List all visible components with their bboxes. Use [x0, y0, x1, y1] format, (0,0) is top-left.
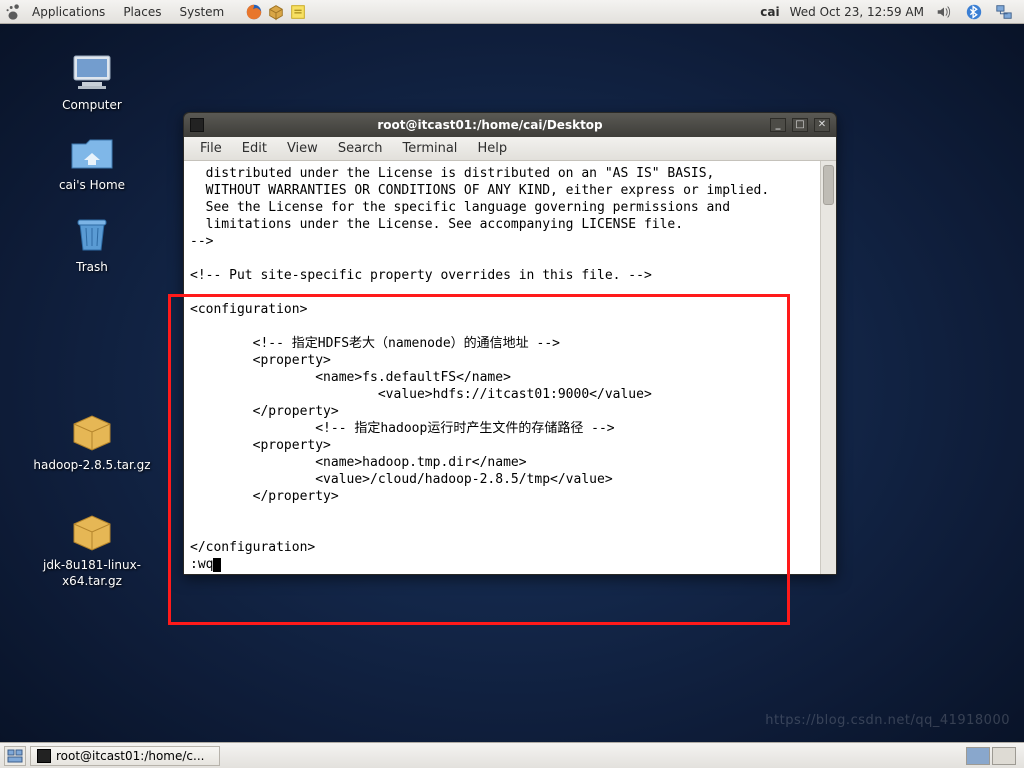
- menu-applications[interactable]: Applications: [24, 3, 113, 21]
- notes-icon[interactable]: [288, 2, 308, 22]
- menu-search[interactable]: Search: [328, 139, 393, 158]
- watermark: https://blog.csdn.net/qq_41918000: [765, 713, 1010, 728]
- trash-icon: [68, 212, 116, 256]
- window-title: root@itcast01:/home/cai/Desktop: [210, 118, 770, 132]
- workspace-2[interactable]: [992, 747, 1016, 765]
- desktop-hadoop-label: hadoop-2.8.5.tar.gz: [33, 458, 150, 474]
- annotation-red-box: [168, 294, 790, 625]
- desktop-home[interactable]: cai's Home: [32, 130, 152, 194]
- desktop-home-label: cai's Home: [59, 178, 125, 194]
- gnome-logo-icon: [4, 3, 22, 21]
- terminal-menubar: File Edit View Search Terminal Help: [184, 137, 836, 161]
- archive-icon: [68, 510, 116, 554]
- menu-edit[interactable]: Edit: [232, 139, 277, 158]
- desktop-jdk-archive[interactable]: jdk-8u181-linux- x64.tar.gz: [32, 510, 152, 589]
- taskbar-terminal-label: root@itcast01:/home/c...: [56, 749, 204, 763]
- package-icon[interactable]: [266, 2, 286, 22]
- workspace-1[interactable]: [966, 747, 990, 765]
- menu-places[interactable]: Places: [115, 3, 169, 21]
- network-icon[interactable]: [994, 2, 1014, 22]
- window-maximize-button[interactable]: □: [792, 118, 808, 132]
- terminal-task-icon: [37, 749, 51, 763]
- panel-clock[interactable]: Wed Oct 23, 12:59 AM: [790, 5, 924, 19]
- show-desktop-button[interactable]: [4, 746, 26, 766]
- menu-help[interactable]: Help: [467, 139, 517, 158]
- archive-icon: [68, 410, 116, 454]
- computer-icon: [68, 50, 116, 94]
- home-folder-icon: [68, 130, 116, 174]
- bluetooth-icon[interactable]: [964, 2, 984, 22]
- taskbar-terminal[interactable]: root@itcast01:/home/c...: [30, 746, 220, 766]
- window-minimize-button[interactable]: _: [770, 118, 786, 132]
- menu-file[interactable]: File: [190, 139, 232, 158]
- desktop-trash-label: Trash: [76, 260, 108, 276]
- panel-username[interactable]: cai: [760, 5, 779, 19]
- firefox-icon[interactable]: [244, 2, 264, 22]
- terminal-titlebar-icon: [190, 118, 204, 132]
- desktop-trash[interactable]: Trash: [32, 212, 152, 276]
- desktop-hadoop-archive[interactable]: hadoop-2.8.5.tar.gz: [32, 410, 152, 474]
- volume-icon[interactable]: [934, 2, 954, 22]
- bottom-panel: root@itcast01:/home/c...: [0, 742, 1024, 768]
- menu-system[interactable]: System: [171, 3, 232, 21]
- menu-terminal[interactable]: Terminal: [392, 139, 467, 158]
- scrollbar-thumb[interactable]: [823, 165, 834, 205]
- window-titlebar[interactable]: root@itcast01:/home/cai/Desktop _ □ ✕: [184, 113, 836, 137]
- desktop-computer-label: Computer: [62, 98, 122, 114]
- desktop-jdk-label: jdk-8u181-linux- x64.tar.gz: [43, 558, 141, 589]
- top-panel: Applications Places System cai Wed Oct 2…: [0, 0, 1024, 24]
- workspace-switcher[interactable]: [966, 747, 1020, 765]
- terminal-scrollbar[interactable]: [820, 161, 836, 574]
- desktop-computer[interactable]: Computer: [32, 50, 152, 114]
- window-close-button[interactable]: ✕: [814, 118, 830, 132]
- menu-view[interactable]: View: [277, 139, 328, 158]
